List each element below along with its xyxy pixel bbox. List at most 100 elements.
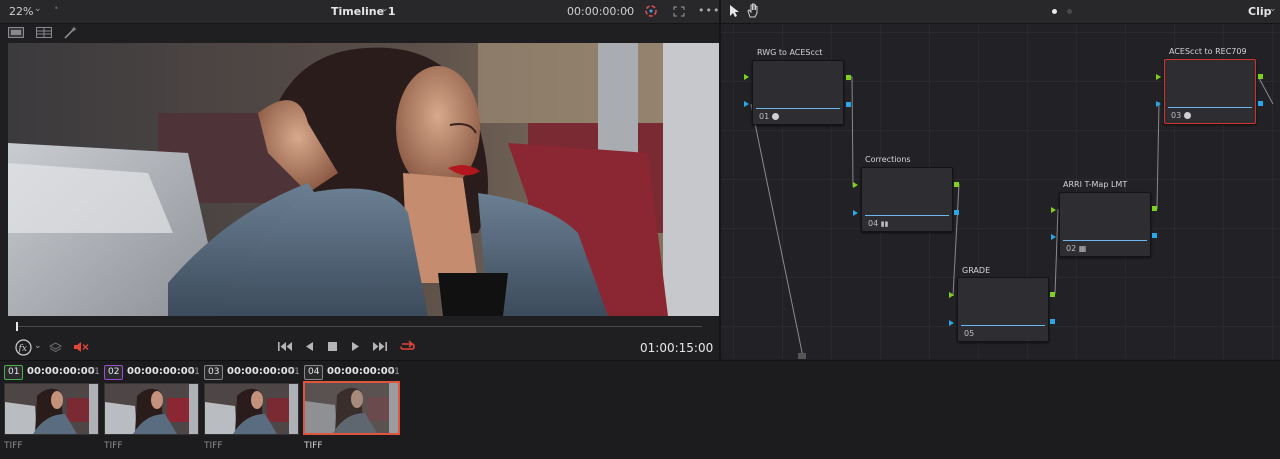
color-wheel-icon[interactable] [644,4,658,18]
viewer-toolbar [0,24,720,43]
node-01[interactable]: 01 [752,60,844,125]
clip-format: TIFF [4,441,23,451]
node-02[interactable]: 02 ▦ [1059,192,1151,257]
node-bar [756,108,840,109]
node-label-03: ACEScct to REC709 [1169,47,1247,56]
play-reverse-icon[interactable] [305,341,314,352]
play-icon[interactable] [351,341,360,352]
input-rgb-port[interactable] [1156,74,1161,80]
clip-number-badge: 01 [4,365,24,380]
node-label-04: Corrections [865,155,911,164]
transport-area: fx ⌄ 01:00:15:00 [0,317,720,359]
input-rgb-port[interactable] [744,74,749,80]
fullscreen-icon[interactable] [673,6,685,17]
input-alpha-port[interactable] [949,320,954,326]
input-rgb-port[interactable] [1051,207,1056,213]
clip-track: V1 [188,367,200,377]
skip-to-start-icon[interactable] [278,341,293,352]
node-05[interactable]: 05 [957,277,1049,342]
clip-item[interactable]: 01 00:00:00:00 V1 TIFF [4,365,100,455]
clip-thumbnail[interactable] [303,381,400,435]
clip-track: V1 [88,367,100,377]
node-03[interactable]: 03 [1164,59,1256,124]
loop-icon[interactable] [399,340,416,353]
clip-strip: 01 00:00:00:00 V1 TIFF 02 00:00:00:00 V1… [0,360,1280,459]
node-04[interactable]: 04 ▮▮ [861,167,953,232]
hand-tool-icon[interactable] [746,3,760,18]
input-alpha-port[interactable] [1156,101,1161,107]
stop-icon[interactable] [328,342,337,351]
node-mode-label[interactable]: Clip [1248,5,1272,18]
svg-text:fx: fx [18,344,27,354]
node-number: 01 [759,112,779,121]
mute-icon[interactable] [73,341,89,353]
lut-icon [771,113,779,120]
node-number: 03 [1171,111,1191,120]
node-number: 02 ▦ [1066,244,1087,253]
timecode-dropdown-icon[interactable]: ⌄ [623,4,631,14]
viewer-frame-illustration [8,43,719,316]
clip-number-badge: 04 [304,365,324,380]
playhead[interactable] [16,322,18,331]
output-alpha-port[interactable] [846,102,851,107]
clip-timecode: 00:00:00:00 [227,366,295,377]
skip-to-end-icon[interactable] [372,341,387,352]
pointer-tool-icon[interactable] [728,4,740,18]
clip-thumbnail[interactable] [104,383,199,435]
fx-icon[interactable]: fx [15,339,33,356]
more-options-icon[interactable]: ••• [698,4,720,17]
input-rgb-port[interactable] [949,292,954,298]
fx-dropdown-icon[interactable]: ⌄ [34,341,42,351]
output-alpha-port[interactable] [1050,319,1055,324]
scrubber-track[interactable] [16,326,702,327]
clip-number-badge: 03 [204,365,224,380]
separator-dot-icon: • [54,4,59,13]
output-rgb-port[interactable] [846,75,851,80]
page-indicator-inactive[interactable] [1067,9,1072,14]
clip-track: V1 [288,367,300,377]
output-rgb-port[interactable] [1050,292,1055,297]
clip-format: TIFF [304,441,323,451]
input-alpha-port[interactable] [744,101,749,107]
layers-icon[interactable] [49,342,62,352]
input-alpha-port[interactable] [1051,234,1056,240]
transport-timecode[interactable]: 01:00:15:00 [640,341,713,355]
node-editor[interactable]: RWG to ACEScct 01 Corrections 04 ▮▮ GRAD… [721,24,1280,359]
output-rgb-port[interactable] [1152,206,1157,211]
lut-icon [1183,112,1191,119]
zoom-level[interactable]: 22% [9,5,33,18]
clip-thumbnail[interactable] [4,383,99,435]
page-indicator-active[interactable] [1052,9,1057,14]
clip-track: V1 [388,367,400,377]
clip-format: TIFF [104,441,123,451]
timeline-dropdown-icon[interactable]: ⌄ [381,4,389,14]
split-viewer-icon[interactable] [36,27,52,38]
node-bar [1063,240,1147,241]
node-bar [961,325,1045,326]
grid-lut-icon: ▦ [1078,244,1087,253]
clip-timecode: 00:00:00:00 [27,366,95,377]
output-rgb-port[interactable] [954,182,959,187]
clip-item[interactable]: 03 00:00:00:00 V1 TIFF [204,365,300,455]
single-viewer-icon[interactable] [8,27,24,38]
node-label-02: ARRI T-Map LMT [1063,180,1128,189]
node-bar [865,215,949,216]
output-rgb-port[interactable] [1258,74,1263,79]
output-alpha-port[interactable] [954,210,959,215]
mode-dropdown-icon[interactable]: ⌄ [1269,4,1277,14]
input-rgb-port[interactable] [853,182,858,188]
clip-timecode: 00:00:00:00 [327,366,395,377]
zoom-dropdown-icon[interactable]: ⌄ [34,4,42,14]
output-alpha-port[interactable] [1152,233,1157,238]
input-alpha-port[interactable] [853,210,858,216]
node-number: 04 ▮▮ [868,219,889,228]
clip-item-selected[interactable]: 04 00:00:00:00 V1 TIFF [303,365,400,455]
viewer-image[interactable] [8,43,719,316]
node-label-01: RWG to ACEScct [757,48,823,57]
clip-item[interactable]: 02 00:00:00:00 V1 TIFF [104,365,200,455]
node-label-05: GRADE [962,266,991,275]
clip-format: TIFF [204,441,223,451]
clip-thumbnail[interactable] [204,383,299,435]
magic-wand-icon[interactable] [64,26,78,39]
output-alpha-port[interactable] [1258,101,1263,106]
